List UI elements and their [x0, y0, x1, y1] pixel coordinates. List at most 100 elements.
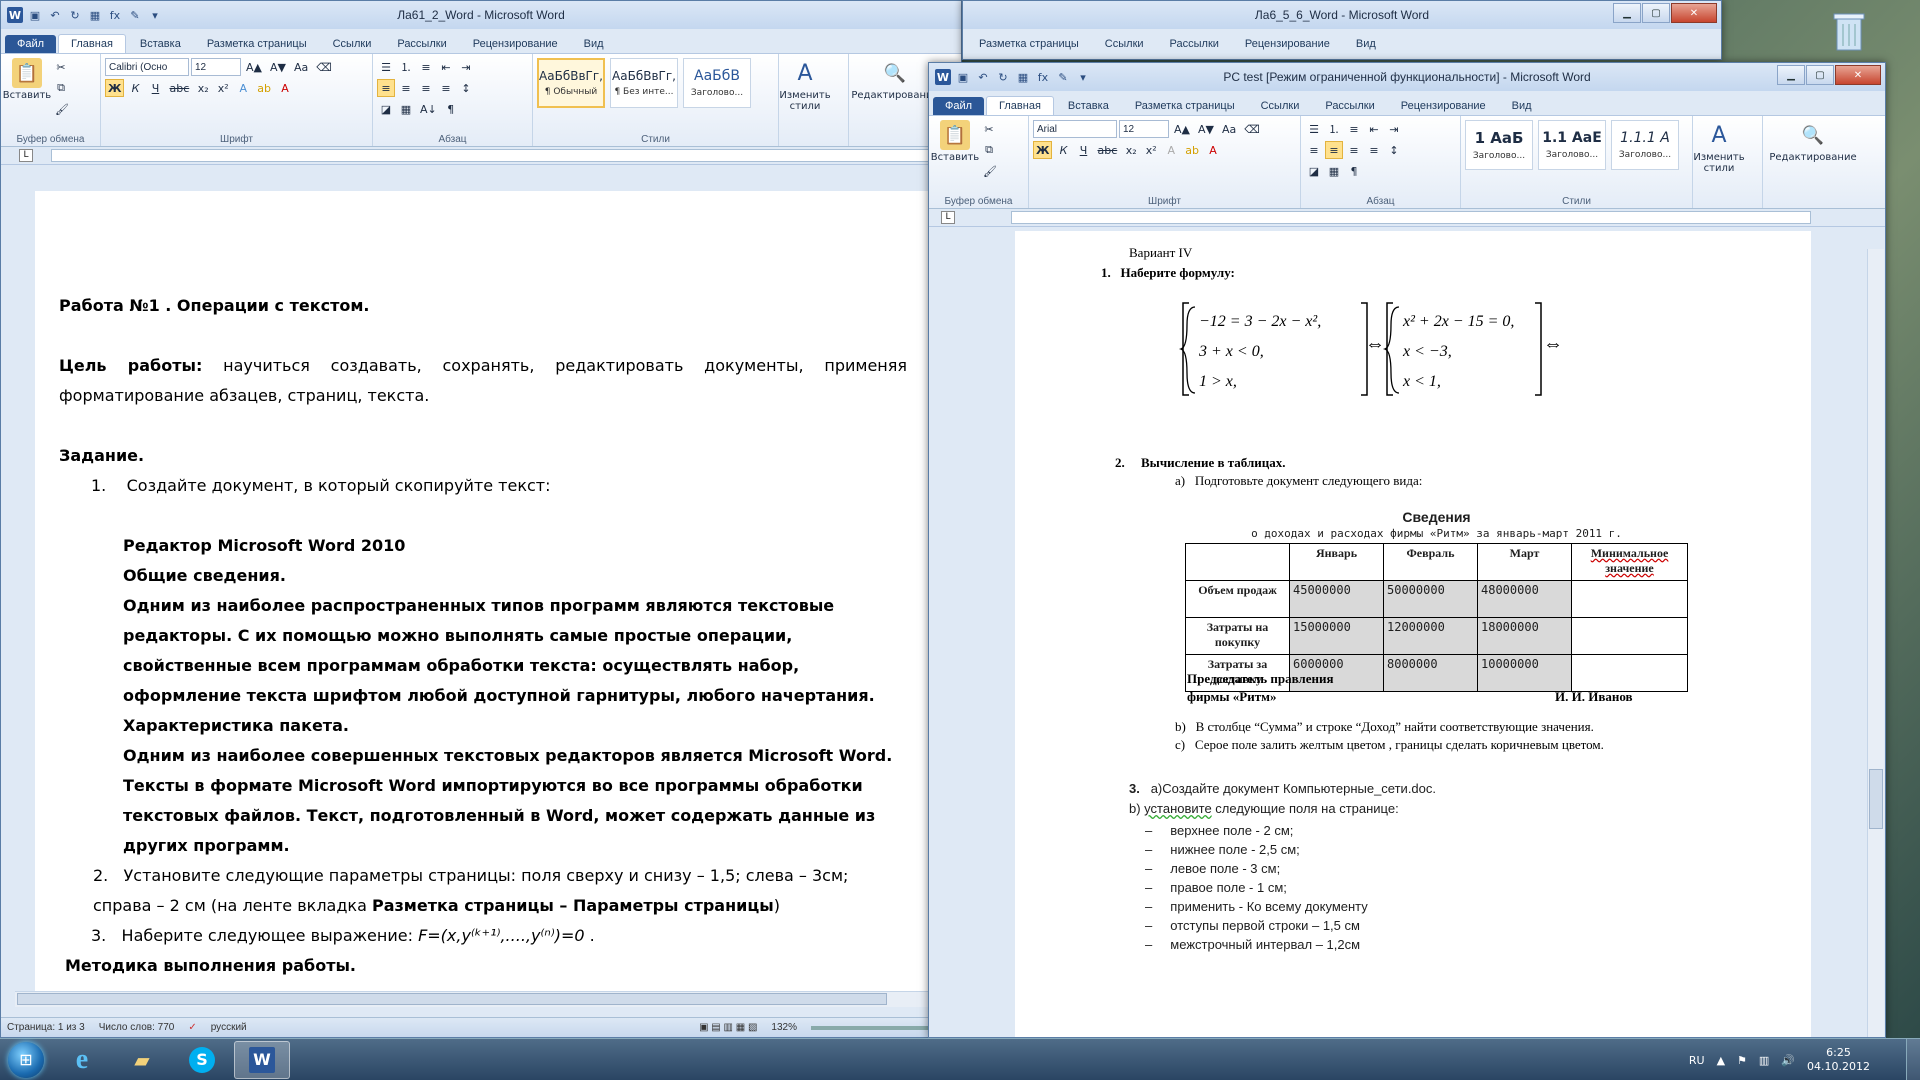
- highlight-icon[interactable]: ab: [1182, 141, 1202, 159]
- style-heading-1[interactable]: 1 АаБ Заголово...: [1465, 120, 1533, 170]
- text-effects-icon[interactable]: A: [1162, 141, 1180, 159]
- numbering-icon[interactable]: ⒈: [397, 58, 415, 76]
- strikethrough-button[interactable]: abc: [166, 79, 192, 97]
- italic-button[interactable]: К: [1054, 141, 1072, 159]
- format-painter-icon[interactable]: ✎: [127, 7, 143, 23]
- sort-icon[interactable]: A↓: [417, 100, 440, 118]
- align-center-button[interactable]: ≡: [397, 79, 415, 97]
- style-heading-3[interactable]: 1.1.1 А Заголово...: [1611, 120, 1679, 170]
- format-painter-icon[interactable]: ✎: [1055, 69, 1071, 85]
- left-horizontal-scrollbar[interactable]: [15, 991, 945, 1007]
- tab-home[interactable]: Главная: [58, 34, 126, 53]
- tab-references[interactable]: Ссылки: [1249, 97, 1312, 115]
- tab-page-layout[interactable]: Разметка страницы: [1123, 97, 1247, 115]
- align-left-button[interactable]: ≡: [377, 79, 395, 97]
- font-size-select[interactable]: 12: [191, 58, 241, 76]
- left-ruler[interactable]: L: [1, 147, 961, 165]
- superscript-button[interactable]: x²: [214, 79, 232, 97]
- subscript-button[interactable]: x₂: [1122, 141, 1140, 159]
- undo-icon[interactable]: ↶: [47, 7, 63, 23]
- decrease-indent-icon[interactable]: ⇤: [437, 58, 455, 76]
- middle-tab-page-layout[interactable]: Разметка страницы: [967, 35, 1091, 53]
- editing-button[interactable]: 🔍 Редактирование: [851, 58, 938, 102]
- font-size-select[interactable]: 12: [1119, 120, 1169, 138]
- table-cell[interactable]: 8000000: [1383, 654, 1478, 692]
- clear-format-icon[interactable]: ⌫: [313, 58, 335, 76]
- tab-selector-icon[interactable]: L: [19, 149, 33, 162]
- table-cell[interactable]: 45000000: [1289, 580, 1384, 618]
- format-painter-icon[interactable]: 🖌: [980, 162, 1000, 180]
- style-normal[interactable]: АаБбВвГг, ¶ Обычный: [537, 58, 605, 108]
- tab-view[interactable]: Вид: [572, 35, 616, 53]
- save-icon[interactable]: ▣: [955, 69, 971, 85]
- borders-icon[interactable]: ▦: [397, 100, 415, 118]
- tab-insert[interactable]: Вставка: [1056, 97, 1121, 115]
- table-cell[interactable]: 18000000: [1477, 617, 1572, 655]
- zoom-level[interactable]: 132%: [771, 1022, 797, 1033]
- show-marks-icon[interactable]: ¶: [442, 100, 460, 118]
- redo-icon[interactable]: ↻: [995, 69, 1011, 85]
- page-count[interactable]: Страница: 1 из 3: [7, 1022, 85, 1033]
- text-effects-icon[interactable]: A: [234, 79, 252, 97]
- bullets-icon[interactable]: ☰: [377, 58, 395, 76]
- save-icon[interactable]: ▣: [27, 7, 43, 23]
- table-cell[interactable]: 10000000: [1477, 654, 1572, 692]
- style-no-spacing[interactable]: АаБбВвГг, ¶ Без инте...: [610, 58, 678, 108]
- font-name-select[interactable]: Calibri (Осно: [105, 58, 189, 76]
- shrink-font-icon[interactable]: A▼: [267, 58, 289, 76]
- grow-font-icon[interactable]: A▲: [1171, 120, 1193, 138]
- cut-icon[interactable]: ✂: [52, 58, 70, 76]
- zoom-slider[interactable]: [811, 1025, 941, 1030]
- right-vertical-scrollbar[interactable]: [1867, 249, 1884, 1037]
- language-indicator[interactable]: RU: [1689, 1054, 1705, 1067]
- highlight-icon[interactable]: ab: [254, 79, 274, 97]
- paste-button[interactable]: 📋 Вставить: [931, 120, 979, 163]
- increase-indent-icon[interactable]: ⇥: [1385, 120, 1403, 138]
- tab-home[interactable]: Главная: [986, 96, 1054, 115]
- style-heading-2[interactable]: 1.1 АаЕ Заголово...: [1538, 120, 1606, 170]
- tab-review[interactable]: Рецензирование: [1389, 97, 1498, 115]
- table-cell[interactable]: [1571, 654, 1688, 692]
- tab-selector-icon[interactable]: L: [941, 211, 955, 224]
- subscript-button[interactable]: x₂: [194, 79, 212, 97]
- recycle-bin[interactable]: [1826, 8, 1872, 66]
- tab-mailings[interactable]: Рассылки: [385, 35, 458, 53]
- change-styles-button[interactable]: A Изменить стили: [1693, 120, 1744, 175]
- bold-button[interactable]: Ж: [105, 79, 125, 97]
- table-cell[interactable]: 50000000: [1383, 580, 1478, 618]
- network-icon[interactable]: ▥: [1759, 1054, 1769, 1067]
- right-close-button[interactable]: ✕: [1835, 65, 1881, 85]
- word-count[interactable]: Число слов: 770: [99, 1022, 175, 1033]
- cut-icon[interactable]: ✂: [980, 120, 998, 138]
- scroll-thumb[interactable]: [1869, 769, 1883, 829]
- middle-close-button[interactable]: ✕: [1671, 3, 1717, 23]
- editing-button[interactable]: 🔍 Редактирование: [1767, 120, 1859, 164]
- italic-button[interactable]: К: [126, 79, 144, 97]
- font-color-icon[interactable]: A: [1204, 141, 1222, 159]
- decrease-indent-icon[interactable]: ⇤: [1365, 120, 1383, 138]
- table-cell[interactable]: 48000000: [1477, 580, 1572, 618]
- copy-icon[interactable]: ⧉: [980, 141, 998, 159]
- copy-icon[interactable]: ⧉: [52, 79, 70, 97]
- superscript-button[interactable]: x²: [1142, 141, 1160, 159]
- proofing-icon[interactable]: ✓: [188, 1022, 196, 1033]
- taskbar-ie[interactable]: e: [54, 1041, 110, 1079]
- align-center-button[interactable]: ≡: [1325, 141, 1343, 159]
- align-right-button[interactable]: ≡: [417, 79, 435, 97]
- clock[interactable]: 6:25 04.10.2012: [1807, 1046, 1870, 1074]
- strikethrough-button[interactable]: abc: [1094, 141, 1120, 159]
- grow-font-icon[interactable]: A▲: [243, 58, 265, 76]
- justify-button[interactable]: ≡: [1365, 141, 1383, 159]
- borders-icon[interactable]: ▦: [1325, 162, 1343, 180]
- undo-icon[interactable]: ↶: [975, 69, 991, 85]
- justify-button[interactable]: ≡: [437, 79, 455, 97]
- table-cell[interactable]: 12000000: [1383, 617, 1478, 655]
- word-logo-icon[interactable]: W: [7, 7, 23, 23]
- shading-icon[interactable]: ◪: [377, 100, 395, 118]
- left-document-page[interactable]: Работа №1 . Операции с текстом. Цель раб…: [35, 191, 931, 991]
- formula-icon[interactable]: fx: [1035, 69, 1051, 85]
- tab-file[interactable]: Файл: [5, 35, 57, 53]
- flag-icon[interactable]: ⚑: [1737, 1054, 1747, 1067]
- tab-file[interactable]: Файл: [933, 97, 985, 115]
- redo-icon[interactable]: ↻: [67, 7, 83, 23]
